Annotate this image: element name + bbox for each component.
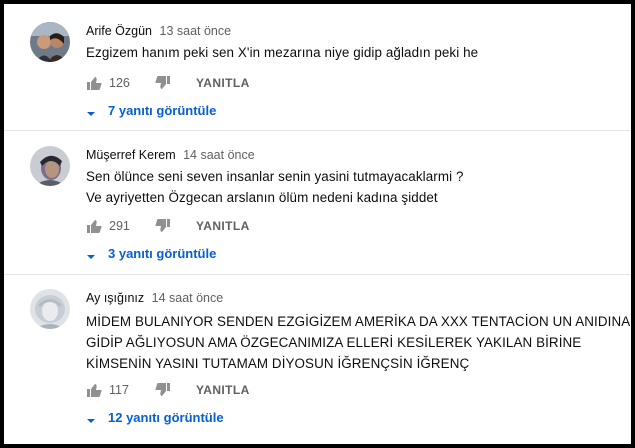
reply-button[interactable]: YANITLA [196, 219, 250, 233]
comment-text: Sen ölünce seni seven insanlar senin yas… [86, 166, 616, 208]
thumb-down-icon[interactable] [155, 382, 171, 398]
comment-line: GİDİP AĞLIYOSUN AMA ÖZGECANIMIZA ELLERİ … [86, 335, 582, 350]
author-name[interactable]: Arife Özgün [86, 24, 152, 38]
comment-text: Ezgizem hanım peki sen X'in mezarına niy… [86, 42, 616, 63]
divider [4, 130, 631, 131]
thumb-up-icon[interactable] [86, 75, 102, 91]
avatar[interactable] [30, 289, 70, 329]
view-replies-label: 12 yanıtı görüntüle [108, 410, 224, 425]
view-replies-button[interactable]: 12 yanıtı görüntüle [86, 410, 224, 425]
comment-line: Ve ayriyetten Özgecan arslanın ölüm nede… [86, 190, 438, 205]
comment-line: Ezgizem hanım peki sen X'in mezarına niy… [86, 45, 479, 60]
comment-time[interactable]: 14 saat önce [152, 291, 224, 305]
author-name[interactable]: Müşerref Kerem [86, 148, 176, 162]
view-replies-label: 7 yanıtı görüntüle [108, 103, 217, 118]
view-replies-button[interactable]: 7 yanıtı görüntüle [86, 103, 216, 118]
thumb-down-icon[interactable] [155, 218, 171, 234]
comment-line: Sen ölünce seni seven insanlar senin yas… [86, 169, 464, 184]
like-count: 126 [109, 76, 130, 90]
comment-line: KİMSENİN YASINI TUTAMAM DİYOSUN İĞRENÇSİ… [86, 356, 470, 371]
thumb-down-icon[interactable] [155, 75, 171, 91]
comments-panel: Arife Özgün 13 saat önce Ezgizem hanım p… [4, 4, 631, 444]
caret-down-icon [86, 249, 96, 259]
thumb-up-icon[interactable] [86, 218, 102, 234]
comment-line: MİDEM BULANIYOR SENDEN EZGİGİZEM AMERİKA… [86, 314, 631, 329]
comment-actions: 117 YANITLA [86, 380, 250, 400]
comment-header: Ay ışığınız 14 saat önce [86, 291, 223, 305]
like-count: 117 [109, 383, 129, 397]
divider [4, 274, 631, 275]
comment-actions: 126 YANITLA [86, 73, 250, 93]
thumb-up-icon[interactable] [86, 382, 102, 398]
author-name[interactable]: Ay ışığınız [86, 291, 144, 305]
avatar[interactable] [30, 22, 70, 62]
comment-time[interactable]: 13 saat önce [160, 24, 232, 38]
view-replies-label: 3 yanıtı görüntüle [108, 246, 217, 261]
like-count: 291 [109, 219, 130, 233]
comment-time[interactable]: 14 saat önce [183, 148, 255, 162]
comment-header: Arife Özgün 13 saat önce [86, 24, 231, 38]
reply-button[interactable]: YANITLA [196, 76, 250, 90]
comment-actions: 291 YANITLA [86, 216, 250, 236]
caret-down-icon [86, 106, 96, 116]
comment-header: Müşerref Kerem 14 saat önce [86, 148, 255, 162]
caret-down-icon [86, 413, 96, 423]
comment-text: MİDEM BULANIYOR SENDEN EZGİGİZEM AMERİKA… [86, 311, 631, 374]
reply-button[interactable]: YANITLA [196, 383, 250, 397]
view-replies-button[interactable]: 3 yanıtı görüntüle [86, 246, 216, 261]
avatar[interactable] [30, 146, 70, 186]
